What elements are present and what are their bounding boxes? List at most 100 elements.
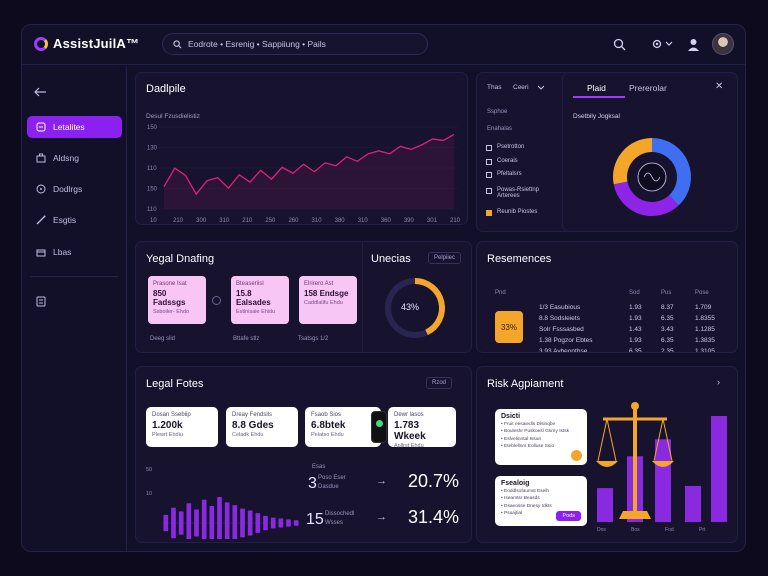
table-row[interactable]: Solr Fsssasbed 1.43 3.43 1.1285: [477, 326, 737, 336]
draft-card[interactable]: Bteaseriisl 15.8 Ealsades Estlnisale Ehi…: [231, 276, 289, 324]
draft-card-note: Ssboiler- Ehdo: [153, 309, 190, 315]
sidebar-item-dodlrgs[interactable]: Dodlrgs: [27, 178, 122, 200]
arrow-right-icon: →: [376, 475, 387, 487]
note-card-note: Plewrt Ehdiu: [152, 432, 183, 438]
checkbox-icon[interactable]: [486, 210, 492, 216]
chevron-right-icon[interactable]: ›: [717, 377, 720, 387]
filter-item[interactable]: Reunib Piostes: [486, 209, 546, 216]
checkbox-icon[interactable]: [486, 188, 492, 194]
list-item: • Eslvelinntal Issuit: [501, 436, 541, 442]
column-header: Pnd: [495, 290, 506, 296]
tab-ceeri[interactable]: Ceeri: [513, 84, 529, 91]
radio-icon[interactable]: [212, 296, 221, 305]
list-item: • Eteblellnrs Eolluse Ssio: [501, 443, 555, 449]
avatar[interactable]: [712, 33, 734, 55]
draft-card[interactable]: Elrirero Ast 158 Endsge Caddlalifu Ehdu: [299, 276, 357, 324]
x-tick-label: 301: [427, 218, 438, 224]
filter-item[interactable]: Coerais: [486, 158, 546, 165]
stat-prefix: 3: [308, 475, 317, 492]
risk-action-button[interactable]: Pods: [556, 511, 581, 521]
sidebar-item-lbas[interactable]: Lbas: [27, 241, 122, 263]
bar: [209, 505, 215, 539]
risk-panel[interactable]: Fsealoig • Eoddlsofaumst Eselh • Iseamtsr…: [495, 476, 587, 526]
sidebar-item-esgtis[interactable]: Esgtis: [27, 209, 122, 231]
close-icon[interactable]: ✕: [715, 81, 723, 92]
x-tick-label: 10: [150, 218, 157, 224]
sidebar-item-aldsng[interactable]: Aldsng: [27, 147, 122, 169]
x-tick-label: 210: [450, 218, 461, 224]
note-card[interactable]: Dosan Ssebiip 1.200k Plewrt Ehdiu: [146, 407, 218, 447]
search-bar[interactable]: [162, 33, 428, 55]
logo[interactable]: AssistJuilA™: [34, 36, 139, 51]
tab-prererolar[interactable]: Prererolar: [629, 83, 667, 93]
draft-card-label: Prasone Isat: [153, 281, 187, 287]
bar: [240, 508, 245, 538]
filter-item-label: Coerais: [497, 158, 518, 164]
back-arrow-icon[interactable]: [34, 84, 47, 102]
badge-icon: [571, 450, 582, 461]
stat-value: 31.4%: [408, 507, 460, 527]
tab-plaid[interactable]: Plaid: [587, 83, 606, 93]
x-tick-label: 300: [196, 218, 207, 224]
note-card[interactable]: Fsaob Sios 6.8btek Pelatso Ehdu: [305, 407, 387, 447]
legal-notes-card: Legal Fotes Rzod Dosan Ssebiip 1.200k Pl…: [135, 366, 472, 543]
draft-card-note: Caddlalifu Ehdu: [304, 300, 343, 306]
filter-heading: Ssphoe: [487, 109, 508, 115]
table-row[interactable]: 8.8 Sodsleiets 1.93 6.35 1.8355: [477, 315, 737, 325]
notes-bar-chart: 50 10: [146, 467, 300, 539]
utilities-filter-button[interactable]: Pelpiiec: [428, 252, 462, 264]
sidebar-item-letalites[interactable]: Letalites: [27, 116, 122, 138]
search-icon[interactable]: [610, 35, 628, 53]
checkbox-icon[interactable]: [486, 159, 492, 165]
note-card-note: Celadk Ehdu: [232, 432, 264, 438]
table-cell: 3.43: [661, 326, 674, 333]
filter-item[interactable]: Pfeltalsrs: [486, 171, 546, 178]
risk-panel[interactable]: Dsicti • Fruit eesaiedis Dlsinqbe • Boule…: [495, 409, 587, 465]
table-cell: 1.93: [629, 337, 642, 344]
draft-card-note: Estlnisale Ehidu: [236, 309, 276, 315]
note-card-note: Apllrst Ehdu: [394, 443, 424, 449]
bar: [201, 499, 207, 539]
table-cell: 1.3835: [695, 337, 715, 344]
x-tick-label: 310: [219, 218, 230, 224]
chevron-down-icon[interactable]: [538, 85, 544, 90]
bar: [711, 416, 727, 522]
timeline-card: Dadlpile Desul Fzusdielistiz 150 130 110 15…: [135, 72, 468, 225]
checkbox-icon[interactable]: [486, 172, 492, 178]
table-row[interactable]: 1.38 Pogzor Ebtes 1.93 6.35 1.3835: [477, 337, 737, 347]
table-cell: 1.38 Pogzor Ebtes: [539, 337, 593, 344]
checkbox-icon[interactable]: [486, 145, 492, 151]
bar: [194, 509, 199, 537]
column-header: Pose: [695, 290, 709, 296]
table-row[interactable]: 1/3 Easubious 1.93 8.37 1.709: [477, 304, 737, 314]
arrow-right-icon: →: [376, 511, 387, 523]
note-card[interactable]: Dewr lasos 1.783 Wkeek Apllrst Ehdu: [388, 407, 456, 449]
filter-item[interactable]: Psetrotton: [486, 144, 546, 151]
pen-icon: [36, 215, 46, 225]
draft-card-label: Bteaseriisl: [236, 281, 264, 287]
note-card-label: Fsaob Sios: [311, 412, 342, 418]
legal-drafting-card: Yegal Dnafing Prasone Isat 850 Fadssgs S…: [135, 241, 472, 353]
table-row[interactable]: 3.93 Avbeonthse 6.35 2.35 1.3105: [477, 348, 737, 352]
tab-thas[interactable]: Thas: [487, 84, 501, 91]
settings-dropdown-icon[interactable]: [650, 35, 676, 53]
notes-filter-button[interactable]: Rzod: [426, 377, 453, 389]
draft-card-value: 158 Endsge: [304, 289, 349, 298]
sidebar-item-label: Letalites: [53, 122, 85, 132]
logo-icon: [34, 36, 48, 51]
search-input[interactable]: [188, 39, 418, 49]
bar: [171, 507, 176, 539]
table-cell: 1.93: [629, 315, 642, 322]
note-card[interactable]: Dreay Fendsils 8.8 Gdes Celadk Ehdu: [226, 407, 298, 447]
draft-card[interactable]: Prasone Isat 850 Fadssgs Ssboiler- Ehdo: [148, 276, 206, 324]
table-cell: 6.35: [661, 337, 674, 344]
document-icon[interactable]: [36, 294, 46, 312]
y-tick-label: 50: [146, 467, 152, 473]
draft-card-label: Elrirero Ast: [304, 281, 334, 287]
x-tick-label: 390: [404, 218, 415, 224]
table-cell: Solr Fsssasbed: [539, 326, 584, 333]
filter-item[interactable]: Powas-Rsiettnp Arterees: [486, 187, 546, 199]
bar: [224, 502, 230, 539]
filter-card: Thas Ceeri Ssphoe Enahalas Psetrotton Coe…: [476, 72, 572, 232]
user-icon[interactable]: [684, 35, 702, 53]
